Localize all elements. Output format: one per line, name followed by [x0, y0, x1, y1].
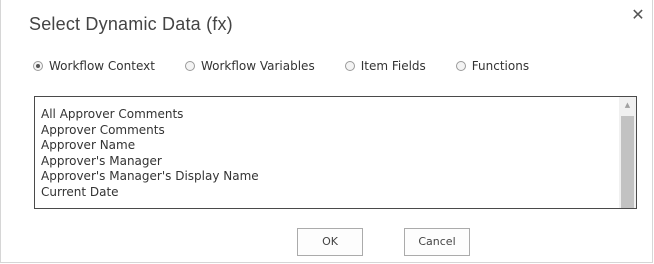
cancel-button[interactable]: Cancel [404, 228, 470, 256]
list-item[interactable]: Approver's Manager [41, 154, 259, 170]
radio-workflow-variables[interactable]: Workflow Variables [184, 59, 315, 73]
radio-unchecked-icon[interactable] [455, 61, 466, 71]
close-icon[interactable]: ✕ [629, 6, 647, 24]
dynamic-data-dialog: Select Dynamic Data (fx) ✕ Workflow Cont… [0, 0, 653, 263]
radio-checked-icon[interactable] [33, 61, 43, 71]
radio-label: Workflow Variables [200, 59, 315, 73]
list-item[interactable]: All Approver Comments [41, 107, 259, 123]
scroll-thumb[interactable] [621, 116, 634, 208]
ok-button[interactable]: OK [297, 228, 363, 256]
radio-item-fields[interactable]: Item Fields [344, 59, 426, 73]
source-radio-group: Workflow Context Workflow Variables Item… [33, 56, 529, 76]
listbox-items: All Approver Comments Approver Comments … [41, 107, 259, 200]
vertical-scrollbar[interactable]: ▲ [619, 97, 636, 208]
list-item[interactable]: Approver Name [41, 138, 259, 154]
list-item[interactable]: Current Date [41, 185, 259, 201]
radio-unchecked-icon[interactable] [344, 61, 355, 71]
radio-unchecked-icon[interactable] [184, 61, 195, 71]
radio-label: Functions [471, 59, 530, 73]
scroll-up-arrow-icon[interactable]: ▲ [619, 97, 636, 114]
dynamic-data-listbox[interactable]: All Approver Comments Approver Comments … [34, 96, 637, 209]
list-item[interactable]: Approver's Manager's Display Name [41, 169, 259, 185]
radio-workflow-context[interactable]: Workflow Context [33, 59, 155, 73]
list-item[interactable]: Approver Comments [41, 123, 259, 139]
radio-functions[interactable]: Functions [455, 59, 530, 73]
radio-label: Workflow Context [49, 59, 155, 73]
radio-label: Item Fields [360, 59, 426, 73]
dialog-title: Select Dynamic Data (fx) [29, 14, 233, 34]
